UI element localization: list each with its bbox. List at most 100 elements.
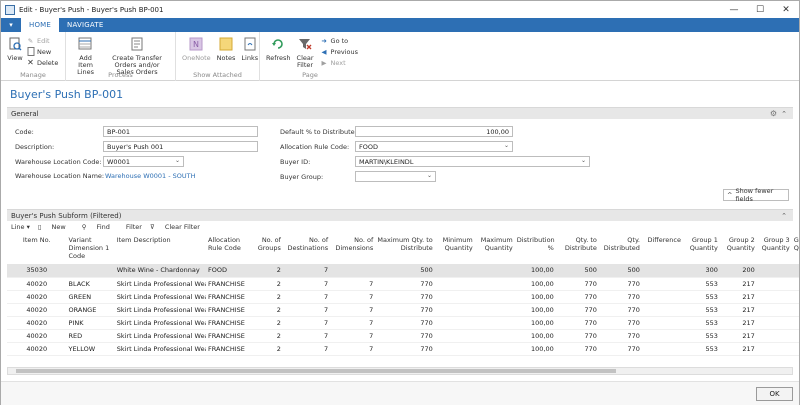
column-header[interactable]: Group 2 Quantity bbox=[720, 235, 757, 264]
chevron-down-icon[interactable]: ⌄ bbox=[581, 157, 586, 164]
table-cell[interactable] bbox=[641, 264, 683, 278]
table-cell[interactable]: 40020 bbox=[7, 342, 67, 356]
table-cell[interactable]: ORANGE bbox=[66, 303, 115, 317]
table-cell[interactable] bbox=[66, 264, 115, 278]
filter-button[interactable]: Filter bbox=[126, 223, 142, 231]
table-cell[interactable] bbox=[791, 290, 799, 304]
close-button[interactable]: ✕ bbox=[773, 1, 799, 18]
table-cell[interactable]: 100,00 bbox=[514, 290, 556, 304]
table-cell[interactable]: FRANCHISE bbox=[206, 290, 248, 304]
table-cell[interactable] bbox=[756, 316, 792, 330]
table-cell[interactable]: 2 bbox=[247, 277, 283, 291]
table-cell[interactable]: 770 bbox=[555, 277, 599, 291]
horizontal-scrollbar[interactable] bbox=[7, 367, 793, 375]
table-cell[interactable] bbox=[434, 316, 475, 330]
table-cell[interactable]: 500 bbox=[375, 264, 435, 278]
table-cell[interactable]: 7 bbox=[282, 264, 331, 278]
description-field[interactable]: Buyer's Push 001 bbox=[103, 141, 258, 152]
table-cell[interactable] bbox=[641, 316, 683, 330]
table-cell[interactable]: 100,00 bbox=[514, 342, 556, 356]
table-cell[interactable]: 770 bbox=[555, 303, 599, 317]
table-cell[interactable]: 40020 bbox=[7, 277, 67, 291]
table-cell[interactable] bbox=[434, 303, 475, 317]
column-header[interactable]: Item Description bbox=[115, 235, 206, 264]
chevron-down-icon[interactable]: ⌄ bbox=[175, 157, 180, 164]
new-line-button[interactable]: ▯ New bbox=[38, 223, 74, 231]
column-header[interactable]: Group 1 Quantity bbox=[683, 235, 720, 264]
table-cell[interactable]: 7 bbox=[330, 342, 376, 356]
table-cell[interactable] bbox=[756, 342, 792, 356]
table-cell[interactable]: 217 bbox=[719, 316, 757, 330]
table-cell[interactable] bbox=[791, 329, 799, 343]
table-cell[interactable]: 40020 bbox=[7, 290, 67, 304]
table-cell[interactable] bbox=[791, 316, 799, 330]
chevron-down-icon[interactable]: ⌄ bbox=[427, 172, 432, 179]
table-cell[interactable]: 553 bbox=[682, 329, 720, 343]
table-cell[interactable] bbox=[756, 290, 792, 304]
table-cell[interactable]: 2 bbox=[247, 342, 283, 356]
table-cell[interactable]: 770 bbox=[375, 316, 435, 330]
table-row[interactable]: 40020 YELLOW Skirt Linda Professional Wear… bbox=[7, 342, 799, 356]
collapse-chevron-icon[interactable]: ⌃ bbox=[781, 212, 787, 220]
chevron-down-icon[interactable]: ⌄ bbox=[504, 142, 509, 149]
table-cell[interactable]: 770 bbox=[598, 303, 642, 317]
table-cell[interactable]: 40020 bbox=[7, 329, 67, 343]
table-cell[interactable] bbox=[434, 329, 475, 343]
clear-filter-subform-button[interactable]: ⊽ Clear Filter bbox=[150, 223, 208, 231]
table-cell[interactable]: FOOD bbox=[206, 264, 248, 278]
table-cell[interactable]: FRANCHISE bbox=[206, 342, 248, 356]
table-cell[interactable] bbox=[756, 277, 792, 291]
table-cell[interactable] bbox=[641, 290, 683, 304]
table-cell[interactable]: 770 bbox=[375, 329, 435, 343]
column-header[interactable]: Distribution % bbox=[515, 235, 556, 264]
table-cell[interactable]: 100,00 bbox=[514, 303, 556, 317]
table-cell[interactable]: 7 bbox=[330, 329, 376, 343]
table-cell[interactable]: 7 bbox=[282, 316, 331, 330]
table-cell[interactable]: 217 bbox=[719, 342, 757, 356]
pct-distribute-field[interactable]: 100,00 bbox=[355, 126, 513, 137]
table-cell[interactable] bbox=[791, 342, 799, 356]
table-cell[interactable] bbox=[474, 342, 515, 356]
allocation-rule-field[interactable]: FOOD ⌄ bbox=[355, 141, 513, 152]
table-cell[interactable] bbox=[434, 277, 475, 291]
table-row[interactable]: 40020 BLACK Skirt Linda Professional Wear F… bbox=[7, 277, 799, 291]
table-cell[interactable]: 770 bbox=[598, 342, 642, 356]
table-cell[interactable]: 7 bbox=[330, 316, 376, 330]
edit-button[interactable]: ✎ Edit bbox=[26, 35, 58, 46]
table-cell[interactable] bbox=[474, 303, 515, 317]
table-cell[interactable]: White Wine - Chardonnay bbox=[114, 264, 206, 278]
table-cell[interactable]: 7 bbox=[330, 290, 376, 304]
maximize-button[interactable]: ☐ bbox=[747, 1, 773, 18]
table-cell[interactable] bbox=[474, 277, 515, 291]
table-cell[interactable] bbox=[641, 303, 683, 317]
table-cell[interactable]: 2 bbox=[247, 303, 283, 317]
table-cell[interactable]: 770 bbox=[555, 316, 599, 330]
table-cell[interactable]: 553 bbox=[682, 303, 720, 317]
table-cell[interactable] bbox=[434, 290, 475, 304]
customize-gear-icon[interactable]: ⚙ bbox=[770, 109, 777, 118]
table-cell[interactable]: 770 bbox=[555, 342, 599, 356]
table-cell[interactable]: FRANCHISE bbox=[206, 277, 248, 291]
subform-header[interactable]: Buyer's Push Subform (Filtered) ⌃ bbox=[7, 209, 793, 221]
table-cell[interactable] bbox=[474, 290, 515, 304]
table-cell[interactable]: Skirt Linda Professional Wear bbox=[114, 329, 206, 343]
table-cell[interactable]: 770 bbox=[375, 303, 435, 317]
column-header[interactable]: Item No. bbox=[7, 235, 67, 264]
column-header[interactable]: Qty. Distributed bbox=[599, 235, 642, 264]
table-cell[interactable]: 217 bbox=[719, 277, 757, 291]
table-cell[interactable] bbox=[756, 303, 792, 317]
table-cell[interactable] bbox=[434, 342, 475, 356]
tab-home[interactable]: HOME bbox=[21, 18, 60, 32]
delete-button[interactable]: ✕ Delete bbox=[26, 57, 58, 68]
previous-button[interactable]: ◀ Previous bbox=[320, 46, 358, 57]
line-menu-button[interactable]: Line ▾ bbox=[11, 223, 30, 231]
table-cell[interactable] bbox=[330, 264, 376, 278]
table-cell[interactable]: 500 bbox=[555, 264, 599, 278]
table-cell[interactable]: 217 bbox=[719, 303, 757, 317]
table-cell[interactable]: 770 bbox=[555, 329, 599, 343]
table-cell[interactable]: FRANCHISE bbox=[206, 316, 248, 330]
table-cell[interactable]: Skirt Linda Professional Wear bbox=[114, 290, 206, 304]
general-fasttab-header[interactable]: General ⚙ ⌃ bbox=[7, 107, 793, 119]
table-cell[interactable] bbox=[791, 264, 799, 278]
table-cell[interactable]: 770 bbox=[598, 329, 642, 343]
